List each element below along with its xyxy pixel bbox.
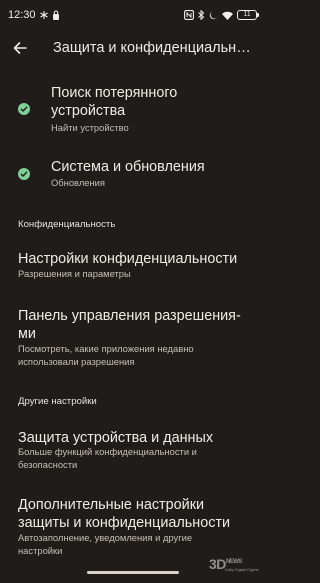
item-subtitle: Найти устройство: [51, 122, 129, 133]
item-subtitle: Посмотреть, какие приложения недавно исп…: [18, 343, 194, 367]
moon-icon: [209, 11, 218, 20]
section-header-privacy: Конфиденциальность: [18, 219, 116, 230]
list-item-find-device[interactable]: Поиск потерянного устройства Найти устро…: [0, 82, 265, 138]
nfc-icon: [184, 10, 194, 20]
section-header-other: Другие настройки: [18, 396, 97, 407]
item-title: Дополнительные настройки защиты и конфид…: [18, 497, 231, 531]
list-item-additional-security[interactable]: Дополнительные настройки защиты и конфид…: [0, 494, 265, 556]
watermark-tagline: Daily Digital Digest: [225, 567, 259, 572]
list-item-device-data-protection[interactable]: Защита устройства и данных Больше функци…: [0, 426, 265, 474]
asterisk-icon: [39, 11, 48, 19]
battery-indicator: 11: [237, 10, 259, 20]
watermark-logo: 3D NEWS Daily Digital Digest: [209, 556, 259, 578]
item-subtitle: Обновления: [51, 177, 105, 188]
list-item-privacy-settings[interactable]: Настройки конфиденциальности Разрешения …: [0, 248, 265, 284]
check-circle-icon: [18, 167, 30, 180]
watermark-logo-mark: 3D: [209, 556, 226, 572]
item-title: Поиск потерянного устройства: [51, 85, 178, 119]
check-circle-icon: [18, 102, 30, 115]
item-subtitle: Автозаполнение, уведомления и другие нас…: [18, 532, 193, 556]
bluetooth-icon: [198, 10, 205, 20]
page-title: Защита и конфиденциальность: [53, 40, 258, 56]
lock-icon: [52, 10, 60, 20]
app-bar: Защита и конфиденциальность: [0, 30, 265, 66]
watermark-logo-text: NEWS: [226, 559, 243, 565]
wifi-icon: [222, 11, 233, 20]
item-subtitle: Разрешения и параметры: [18, 268, 131, 279]
item-title: Настройки конфиденциальности: [18, 251, 238, 267]
item-title: Защита устройства и данных: [18, 430, 214, 446]
list-item-permission-manager[interactable]: Панель управления разрешения-ми Посмотре…: [0, 305, 265, 367]
list-item-system-updates[interactable]: Система и обновления Обновления: [0, 157, 265, 193]
arrow-back-icon: [13, 42, 27, 54]
status-bar: 12:30 11: [0, 0, 265, 30]
screen: 12:30 11 Защита и конфиденциальность Пои…: [0, 0, 265, 583]
item-title: Система и обновления: [51, 159, 205, 175]
item-subtitle: Больше функций конфиденциальности и безо…: [18, 446, 197, 470]
item-title: Панель управления разрешения-ми: [18, 308, 241, 342]
status-time: 12:30: [8, 9, 36, 21]
back-button[interactable]: [2, 30, 38, 66]
gesture-nav-bar[interactable]: [87, 571, 179, 574]
